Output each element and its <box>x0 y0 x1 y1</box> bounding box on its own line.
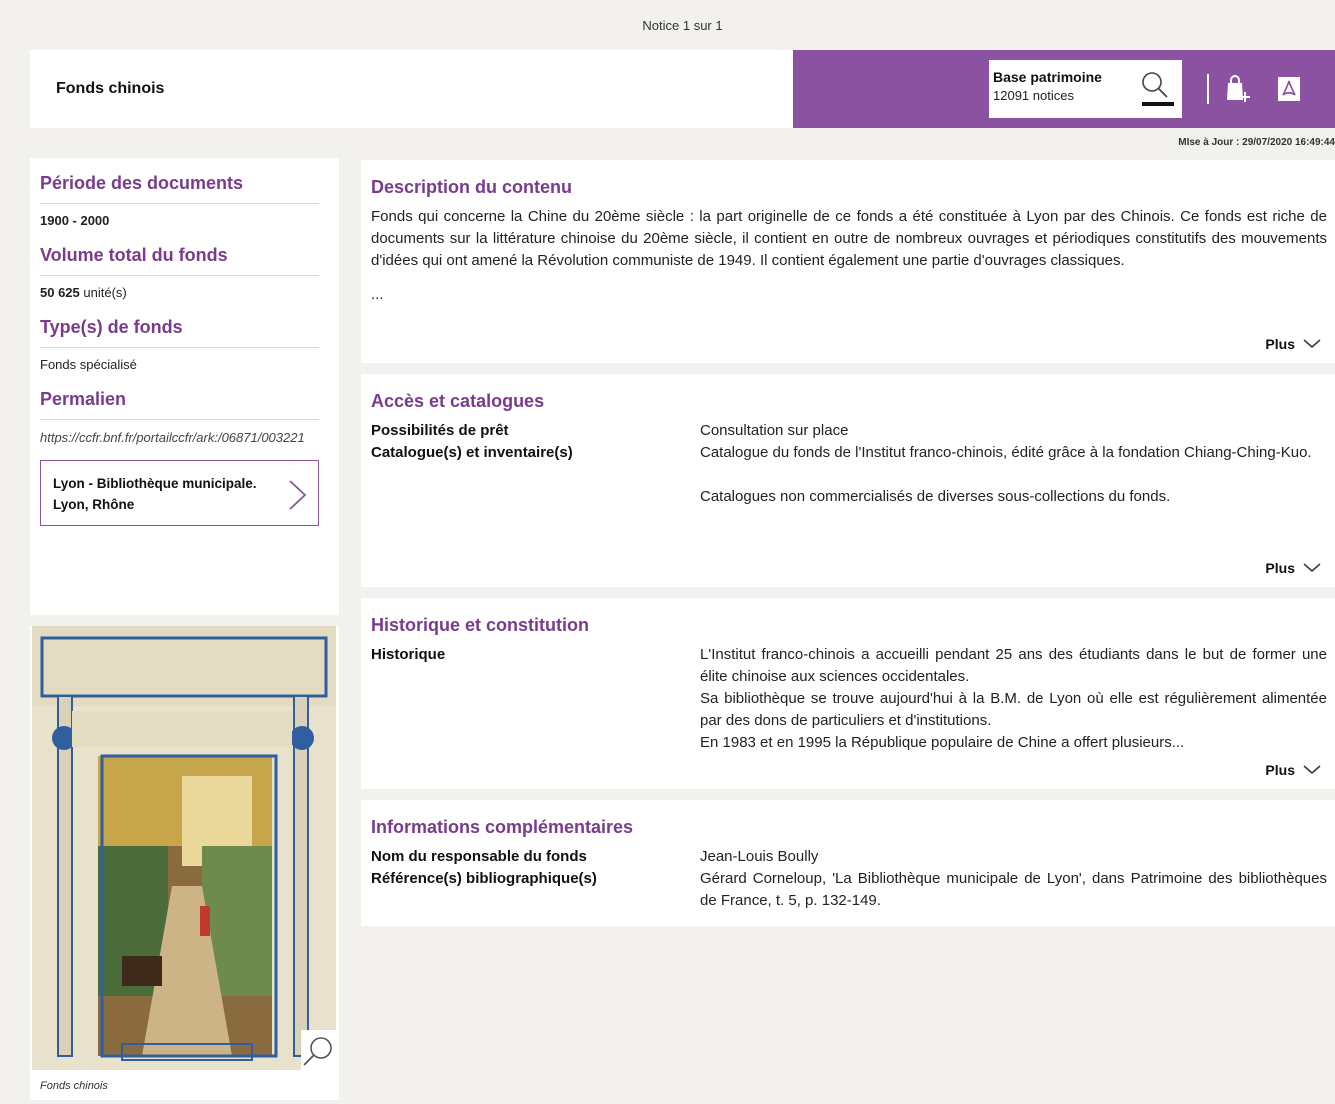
historique-heading: Historique et constitution <box>371 615 589 635</box>
volume-value: 50 625 unité(s) <box>40 285 127 300</box>
description-text: Fonds qui concerne la Chine du 20ème siè… <box>371 208 1327 269</box>
pret-value: Consultation sur place <box>700 422 849 439</box>
library-location: Lyon, Rhône <box>53 497 135 512</box>
pdf-icon[interactable] <box>1277 76 1301 102</box>
zoom-icon[interactable] <box>301 1030 337 1070</box>
historique-more-button[interactable]: Plus <box>1265 762 1321 778</box>
permalink[interactable]: https://ccfr.bnf.fr/portailccfr/ark:/068… <box>40 420 319 460</box>
historique-row: Historique L'Institut franco-chinois a a… <box>371 644 1327 754</box>
description-heading: Description du contenu <box>371 177 573 197</box>
chevron-down-icon <box>1303 336 1321 352</box>
search-toolbar: Base patrimoine 12091 notices <box>793 50 1335 128</box>
notice-counter: Notice 1 sur 1 <box>642 17 723 33</box>
chevron-down-icon <box>1303 762 1321 778</box>
library-name: Lyon - Bibliothèque municipale. <box>53 476 257 491</box>
responsable-row: Nom du responsable du fonds Jean-Louis B… <box>371 846 1327 868</box>
periode-value: 1900 - 2000 <box>40 213 110 228</box>
infos-heading: Informations complémentaires <box>371 817 634 837</box>
description-section: Description du contenu Fonds qui concern… <box>361 160 1335 363</box>
toolbar-divider <box>1207 74 1209 104</box>
infos-section: Informations complémentaires Nom du resp… <box>361 800 1335 926</box>
chevron-down-icon <box>1303 560 1321 576</box>
periode-heading: Période des documents <box>40 170 319 204</box>
responsable-label: Nom du responsable du fonds <box>371 848 587 865</box>
description-more-button[interactable]: Plus <box>1265 336 1321 352</box>
library-link[interactable]: Lyon - Bibliothèque municipale. Lyon, Rh… <box>40 460 319 526</box>
more-label: Plus <box>1265 336 1295 352</box>
responsable-value: Jean-Louis Boully <box>700 848 819 865</box>
historique-value: L'Institut franco-chinois a accueilli pe… <box>700 646 1327 751</box>
more-label: Plus <box>1265 560 1295 576</box>
volume-heading: Volume total du fonds <box>40 242 319 276</box>
catalogue-value: Catalogue du fonds de l'Institut franco-… <box>700 444 1312 505</box>
acces-section: Accès et catalogues Possibilités de prêt… <box>361 374 1335 587</box>
type-heading: Type(s) de fonds <box>40 314 319 348</box>
acces-heading: Accès et catalogues <box>371 391 545 411</box>
fonds-image-card: Fonds chinois <box>30 626 339 1100</box>
catalogue-label: Catalogue(s) et inventaire(s) <box>371 444 573 461</box>
reference-value: Gérard Corneloup, 'La Bibliothèque munic… <box>700 870 1327 909</box>
historique-label: Historique <box>371 646 446 663</box>
page-title: Fonds chinois <box>56 80 165 97</box>
update-date: MIse à Jour : 29/07/2020 16:49:44 <box>1178 137 1335 148</box>
image-caption: Fonds chinois <box>40 1080 108 1092</box>
pret-label: Possibilités de prêt <box>371 422 509 439</box>
header-bar: Fonds chinois Base patrimoine 12091 noti… <box>30 50 1335 128</box>
chevron-right-icon <box>286 479 308 511</box>
catalogue-row: Catalogue(s) et inventaire(s) Catalogue … <box>371 442 1327 508</box>
sidebar: Période des documents 1900 - 2000 Volume… <box>30 158 339 615</box>
more-label: Plus <box>1265 762 1295 778</box>
reference-row: Référence(s) bibliographique(s) Gérard C… <box>371 868 1327 912</box>
add-to-basket-icon[interactable] <box>1225 74 1251 104</box>
pret-row: Possibilités de prêt Consultation sur pl… <box>371 420 1327 442</box>
fonds-cover-image[interactable] <box>32 626 336 1070</box>
historique-section: Historique et constitution Historique L'… <box>361 598 1335 789</box>
description-ellipsis: ... <box>371 286 384 303</box>
type-value: Fonds spécialisé <box>40 357 137 372</box>
permalien-heading: Permalien <box>40 386 319 420</box>
search-icon[interactable] <box>1140 70 1174 106</box>
acces-more-button[interactable]: Plus <box>1265 560 1321 576</box>
reference-label: Référence(s) bibliographique(s) <box>371 870 597 887</box>
base-search-box[interactable]: Base patrimoine 12091 notices <box>989 60 1182 118</box>
